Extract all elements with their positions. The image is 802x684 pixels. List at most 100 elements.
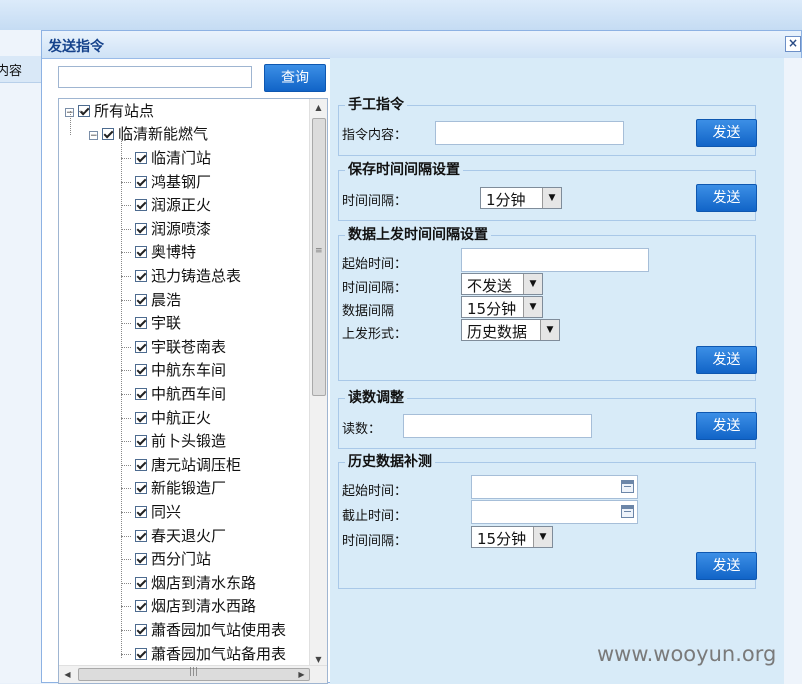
upload-mode-select[interactable]: 历史数据 ▼ <box>461 319 560 341</box>
station-checkbox[interactable] <box>135 600 147 613</box>
calendar-icon[interactable] <box>621 505 634 518</box>
tree-connector <box>121 394 131 395</box>
station-checkbox[interactable] <box>135 458 147 471</box>
tree-node-label: 新能锻造厂 <box>151 479 227 498</box>
station-checkbox[interactable] <box>135 411 147 424</box>
history-start-date[interactable] <box>471 475 638 499</box>
tree-node-station[interactable]: 烟店到清水西路 <box>135 595 256 617</box>
tree-horizontal-scrollbar[interactable]: ◀ ||| ▶ <box>59 665 327 683</box>
station-checkbox[interactable] <box>135 364 147 377</box>
station-checkbox[interactable] <box>135 624 147 636</box>
tree-connector <box>121 139 122 659</box>
dialog-titlebar: 发送指令 × <box>42 31 801 59</box>
station-checkbox[interactable] <box>135 553 147 566</box>
station-checkbox[interactable] <box>135 293 147 306</box>
tree-node-station[interactable]: 蕭香园加气站备用表 <box>135 643 286 665</box>
tree-body: − 所有站点 − 临清新能燃气 临清门站鸿基钢厂润源正火润源喷漆奥博特迅力铸造总表晨… <box>59 99 310 668</box>
station-checkbox[interactable] <box>135 576 147 589</box>
station-checkbox[interactable] <box>135 222 147 235</box>
station-checkbox[interactable] <box>135 317 147 330</box>
tree-node-label: 奥博特 <box>151 243 197 262</box>
command-content-input[interactable] <box>435 121 624 145</box>
tree-connector <box>121 158 131 159</box>
send-command-dialog: 发送指令 × 查询 − 所有站点 − 临清新能燃气 临清门站鸿基钢厂润源正火润源喷漆… <box>41 30 802 684</box>
send-button-manual[interactable]: 发送 <box>696 119 757 147</box>
tree-node-station[interactable]: 临清门站 <box>135 147 211 169</box>
station-checkbox[interactable] <box>135 435 147 448</box>
station-checkbox[interactable] <box>135 340 147 353</box>
checkbox-group[interactable] <box>102 128 114 140</box>
query-button[interactable]: 查询 <box>264 64 326 92</box>
close-icon[interactable]: × <box>785 36 801 52</box>
section-upload-interval: 数据上发时间间隔设置 起始时间： 时间间隔： 不发送 ▼ 数据间隔 15分钟 ▼… <box>338 226 757 381</box>
tree-node-station[interactable]: 蕭香园加气站使用表 <box>135 619 286 641</box>
tree-connector <box>121 464 131 466</box>
search-input[interactable] <box>58 66 252 88</box>
background-tab[interactable]: 内容 <box>0 56 42 83</box>
scroll-left-icon[interactable]: ◀ <box>59 666 76 683</box>
chevron-down-icon[interactable]: ▼ <box>523 297 542 317</box>
station-checkbox[interactable] <box>135 482 147 495</box>
tree-node-station[interactable]: 晨浩 <box>135 289 181 311</box>
history-end-date[interactable] <box>471 500 638 524</box>
tree-node-label: 鸿基钢厂 <box>151 172 212 191</box>
calendar-icon[interactable] <box>621 480 634 493</box>
tree-node-group[interactable]: − 临清新能燃气 <box>89 123 208 145</box>
station-checkbox[interactable] <box>135 529 147 542</box>
chevron-down-icon[interactable]: ▼ <box>533 527 552 547</box>
select-value: 1分钟 <box>486 191 526 209</box>
tree-node-station[interactable]: 宇联 <box>135 312 181 334</box>
tree-node-station[interactable]: 润源正火 <box>135 194 211 216</box>
scroll-right-icon[interactable]: ▶ <box>293 666 310 683</box>
tree-node-station[interactable]: 润源喷漆 <box>135 218 211 240</box>
tree-node-station[interactable]: 中航正火 <box>135 407 211 429</box>
upload-interval-label: 时间间隔： <box>342 281 408 296</box>
tree-node-station[interactable]: 宇联苍南表 <box>135 336 226 358</box>
tree-node-label: 润源正火 <box>151 196 212 215</box>
station-checkbox[interactable] <box>135 270 147 282</box>
station-checkbox[interactable] <box>135 199 147 212</box>
tree-node-station[interactable]: 西分门站 <box>135 548 211 570</box>
tree-node-station[interactable]: 新能锻造厂 <box>135 477 226 499</box>
tree-node-station[interactable]: 迅力铸造总表 <box>135 265 241 287</box>
station-checkbox[interactable] <box>135 175 147 188</box>
chevron-down-icon[interactable]: ▼ <box>542 188 561 208</box>
tree-node-label: 烟店到清水东路 <box>151 573 257 592</box>
tree-node-station[interactable]: 中航东车间 <box>135 359 226 381</box>
data-interval-select[interactable]: 15分钟 ▼ <box>461 296 543 318</box>
scroll-thumb-horizontal[interactable]: ||| <box>78 667 310 681</box>
tree-node-station[interactable]: 春天退火厂 <box>135 525 226 547</box>
tree-node-station[interactable]: 鸿基钢厂 <box>135 171 211 193</box>
tree-node-station[interactable]: 同兴 <box>135 501 181 523</box>
tree-node-station[interactable]: 唐元站调压柜 <box>135 454 241 476</box>
station-checkbox[interactable] <box>135 388 147 400</box>
tree-connector <box>121 630 131 631</box>
tree-vertical-scrollbar[interactable]: ▲ ≡ ▼ <box>309 99 327 668</box>
tree-node-label: 所有站点 <box>94 102 155 120</box>
send-button-upload-interval[interactable]: 发送 <box>696 346 757 374</box>
save-interval-select[interactable]: 1分钟 ▼ <box>480 187 562 209</box>
history-interval-select[interactable]: 15分钟 ▼ <box>471 526 553 548</box>
send-button-reading[interactable]: 发送 <box>696 412 757 440</box>
tree-node-label: 宇联苍南表 <box>151 337 227 356</box>
app-top-bar <box>0 0 802 31</box>
upload-interval-select[interactable]: 不发送 ▼ <box>461 273 543 295</box>
tree-node-station[interactable]: 前卜头锻造 <box>135 430 226 452</box>
tree-node-station[interactable]: 中航西车间 <box>135 383 226 405</box>
station-checkbox[interactable] <box>135 246 147 259</box>
send-button-save-interval[interactable]: 发送 <box>696 184 757 212</box>
send-button-history[interactable]: 发送 <box>696 552 757 580</box>
collapse-icon[interactable]: − <box>89 131 98 141</box>
station-checkbox[interactable] <box>135 506 147 518</box>
tree-node-station[interactable]: 烟店到清水东路 <box>135 572 256 594</box>
station-checkbox[interactable] <box>135 152 147 164</box>
reading-input[interactable] <box>403 414 592 438</box>
upload-start-input[interactable] <box>461 248 649 272</box>
station-checkbox[interactable] <box>135 647 147 660</box>
section-history-retest: 历史数据补测 起始时间： 截止时间： 时间间隔： 15分钟 ▼ 发送 <box>338 453 757 589</box>
chevron-down-icon[interactable]: ▼ <box>523 274 542 294</box>
tree-node-station[interactable]: 奥博特 <box>135 241 196 263</box>
scroll-up-icon[interactable]: ▲ <box>310 99 327 116</box>
scroll-thumb[interactable]: ≡ <box>312 118 326 396</box>
chevron-down-icon[interactable]: ▼ <box>540 320 559 340</box>
